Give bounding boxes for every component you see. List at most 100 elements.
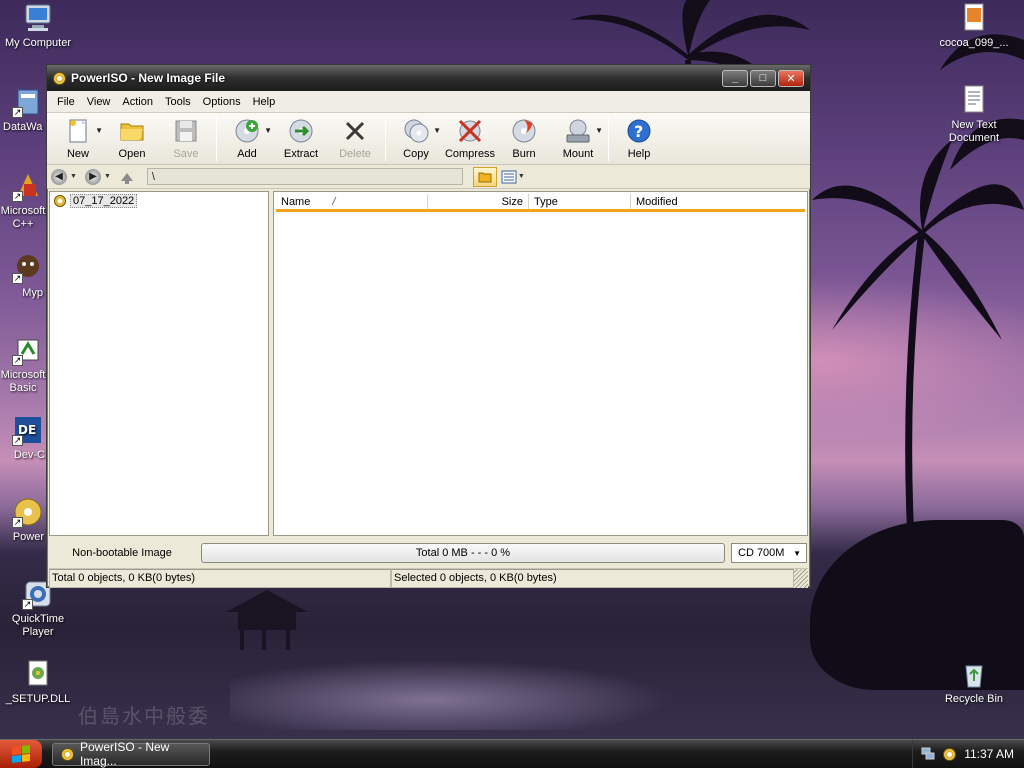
menu-bar: File View Action Tools Options Help	[47, 91, 810, 113]
desktop-icon-microsoft-cpp[interactable]: ↗ Microsoft C++	[0, 170, 46, 231]
chevron-down-icon[interactable]: ▼	[264, 126, 272, 135]
column-name[interactable]: Name /	[276, 194, 428, 209]
taskbar-poweriso-button[interactable]: PowerISO - New Imag...	[52, 740, 210, 768]
address-bar: ◀ ▼ ▶ ▼ ▼	[47, 165, 810, 189]
selected-objects-status: Selected 0 objects, 0 KB(0 bytes)	[391, 569, 794, 588]
compress-label: Compress	[444, 148, 496, 160]
close-button[interactable]: ✕	[778, 69, 804, 87]
chevron-down-icon[interactable]: ▼	[95, 126, 103, 135]
maximize-button[interactable]: □	[750, 69, 776, 87]
chevron-down-icon[interactable]: ▼	[70, 173, 77, 180]
taskbar: PowerISO - New Imag... 11:37 AM	[0, 739, 1024, 768]
toolbar-separator	[608, 117, 609, 161]
copy-button[interactable]: ▼ Copy	[389, 115, 443, 163]
chevron-down-icon[interactable]: ▼	[518, 173, 525, 180]
shortcut-arrow-icon: ↗	[12, 191, 23, 202]
desktop-icon-label: Microsoft Basic	[0, 369, 46, 394]
shortcut-arrow-icon: ↗	[22, 599, 33, 610]
chevron-down-icon: ▼	[793, 548, 801, 558]
menu-file[interactable]: File	[51, 94, 81, 110]
save-label: Save	[173, 148, 199, 160]
folder-tree[interactable]: 07_17_2022	[49, 191, 269, 536]
path-input[interactable]	[146, 168, 463, 185]
desktop-icon-my-computer[interactable]: My Computer	[0, 2, 76, 50]
poweriso-disc-icon: ↗	[12, 496, 44, 528]
beach-hut-silhouette	[226, 590, 308, 650]
file-list[interactable]: Name / Size Type Modified	[273, 191, 808, 536]
column-type[interactable]: Type	[529, 194, 631, 209]
column-modified[interactable]: Modified	[631, 194, 805, 209]
forward-arrow-icon[interactable]: ▶	[84, 168, 101, 185]
copy-disc-icon	[402, 117, 430, 145]
desktop-icon-new-text-document[interactable]: New Text Document	[936, 84, 1012, 145]
delete-button[interactable]: Delete	[328, 115, 382, 163]
poweriso-tray-icon[interactable]	[943, 747, 957, 761]
desktop-icon-label: _SETUP.DLL	[5, 693, 71, 705]
svg-text:?: ?	[634, 122, 643, 141]
network-icon[interactable]	[921, 746, 935, 763]
taskbar-button-label: PowerISO - New Imag...	[79, 740, 170, 768]
folder-view-icon[interactable]	[472, 166, 497, 187]
desktop-icon-power[interactable]: ↗ Power	[0, 496, 46, 544]
poweriso-disc-icon	[61, 747, 74, 761]
chevron-down-icon[interactable]: ▼	[595, 126, 603, 135]
minimize-button[interactable]: _	[722, 69, 748, 87]
menu-help[interactable]: Help	[247, 94, 282, 110]
compress-button[interactable]: Compress	[443, 115, 497, 163]
bootable-status: Non-bootable Image	[72, 547, 172, 559]
desktop-icon-label: QuickTime Player	[11, 613, 65, 638]
add-files-icon	[233, 117, 261, 145]
help-label: Help	[627, 148, 651, 160]
desktop-icon-cocoa-file[interactable]: cocoa_099_...	[936, 2, 1012, 50]
media-size-select[interactable]: CD 700M ▼	[731, 543, 807, 563]
back-arrow-icon[interactable]: ◀	[51, 168, 67, 185]
resize-grip[interactable]	[794, 569, 808, 588]
add-label: Add	[237, 148, 257, 160]
folder-open-icon	[118, 117, 146, 145]
desktop-icon-dev-c[interactable]: DE ↗ Dev-C	[0, 414, 46, 462]
menu-options[interactable]: Options	[197, 94, 247, 110]
menu-action[interactable]: Action	[116, 94, 159, 110]
new-button[interactable]: ▼ New	[51, 115, 105, 163]
chevron-down-icon[interactable]: ▼	[104, 173, 111, 180]
menu-tools[interactable]: Tools	[159, 94, 197, 110]
save-button[interactable]: Save	[159, 115, 213, 163]
toolbar: ▼ New Open Save ▼ Add Extract Delete ▼ C…	[47, 113, 810, 165]
view-mode-icon[interactable]: ▼	[501, 170, 529, 184]
start-button[interactable]	[0, 740, 42, 768]
extract-button[interactable]: Extract	[274, 115, 328, 163]
tree-root-item[interactable]: 07_17_2022	[54, 194, 264, 208]
visual-cpp-icon: ↗	[12, 170, 44, 202]
desktop-icon-datawa[interactable]: ↗ DataWa	[0, 86, 46, 134]
computer-icon	[22, 2, 54, 34]
dev-cpp-icon: DE ↗	[12, 414, 44, 446]
system-tray: 11:37 AM	[912, 739, 1024, 768]
desktop-icon-label: New Text Document	[948, 119, 1000, 144]
file-icon	[958, 2, 990, 34]
clock[interactable]: 11:37 AM	[964, 747, 1014, 761]
mount-button[interactable]: ▼ Mount	[551, 115, 605, 163]
desktop-icon-myp[interactable]: ↗ Myp	[0, 252, 46, 300]
poweriso-window: PowerISO - New Image File _ □ ✕ File Vie…	[46, 64, 811, 588]
desktop-icon-label: DataWa	[3, 121, 43, 133]
chevron-down-icon[interactable]: ▼	[433, 126, 441, 135]
add-button[interactable]: ▼ Add	[220, 115, 274, 163]
shortcut-arrow-icon: ↗	[12, 517, 23, 528]
column-size[interactable]: Size	[428, 194, 529, 209]
floppy-disk-icon	[172, 117, 200, 145]
menu-view[interactable]: View	[81, 94, 117, 110]
desktop-icon-microsoft-basic[interactable]: ↗ Microsoft Basic	[0, 334, 46, 395]
window-controls: _ □ ✕	[722, 69, 804, 87]
desktop-icon-recycle-bin[interactable]: Recycle Bin	[936, 658, 1012, 706]
up-folder-icon[interactable]	[119, 169, 135, 185]
help-button[interactable]: ? Help	[612, 115, 666, 163]
desktop-icon-setup-dll[interactable]: _SETUP.DLL	[0, 658, 76, 706]
sort-indicator: /	[332, 196, 336, 208]
burn-button[interactable]: Burn	[497, 115, 551, 163]
windows-logo-icon	[12, 745, 30, 763]
dll-file-icon	[22, 658, 54, 690]
capacity-progress-bar: Total 0 MB - - - 0 %	[201, 543, 725, 563]
shortcut-arrow-icon: ↗	[12, 273, 23, 284]
title-bar[interactable]: PowerISO - New Image File _ □ ✕	[47, 65, 810, 91]
open-button[interactable]: Open	[105, 115, 159, 163]
